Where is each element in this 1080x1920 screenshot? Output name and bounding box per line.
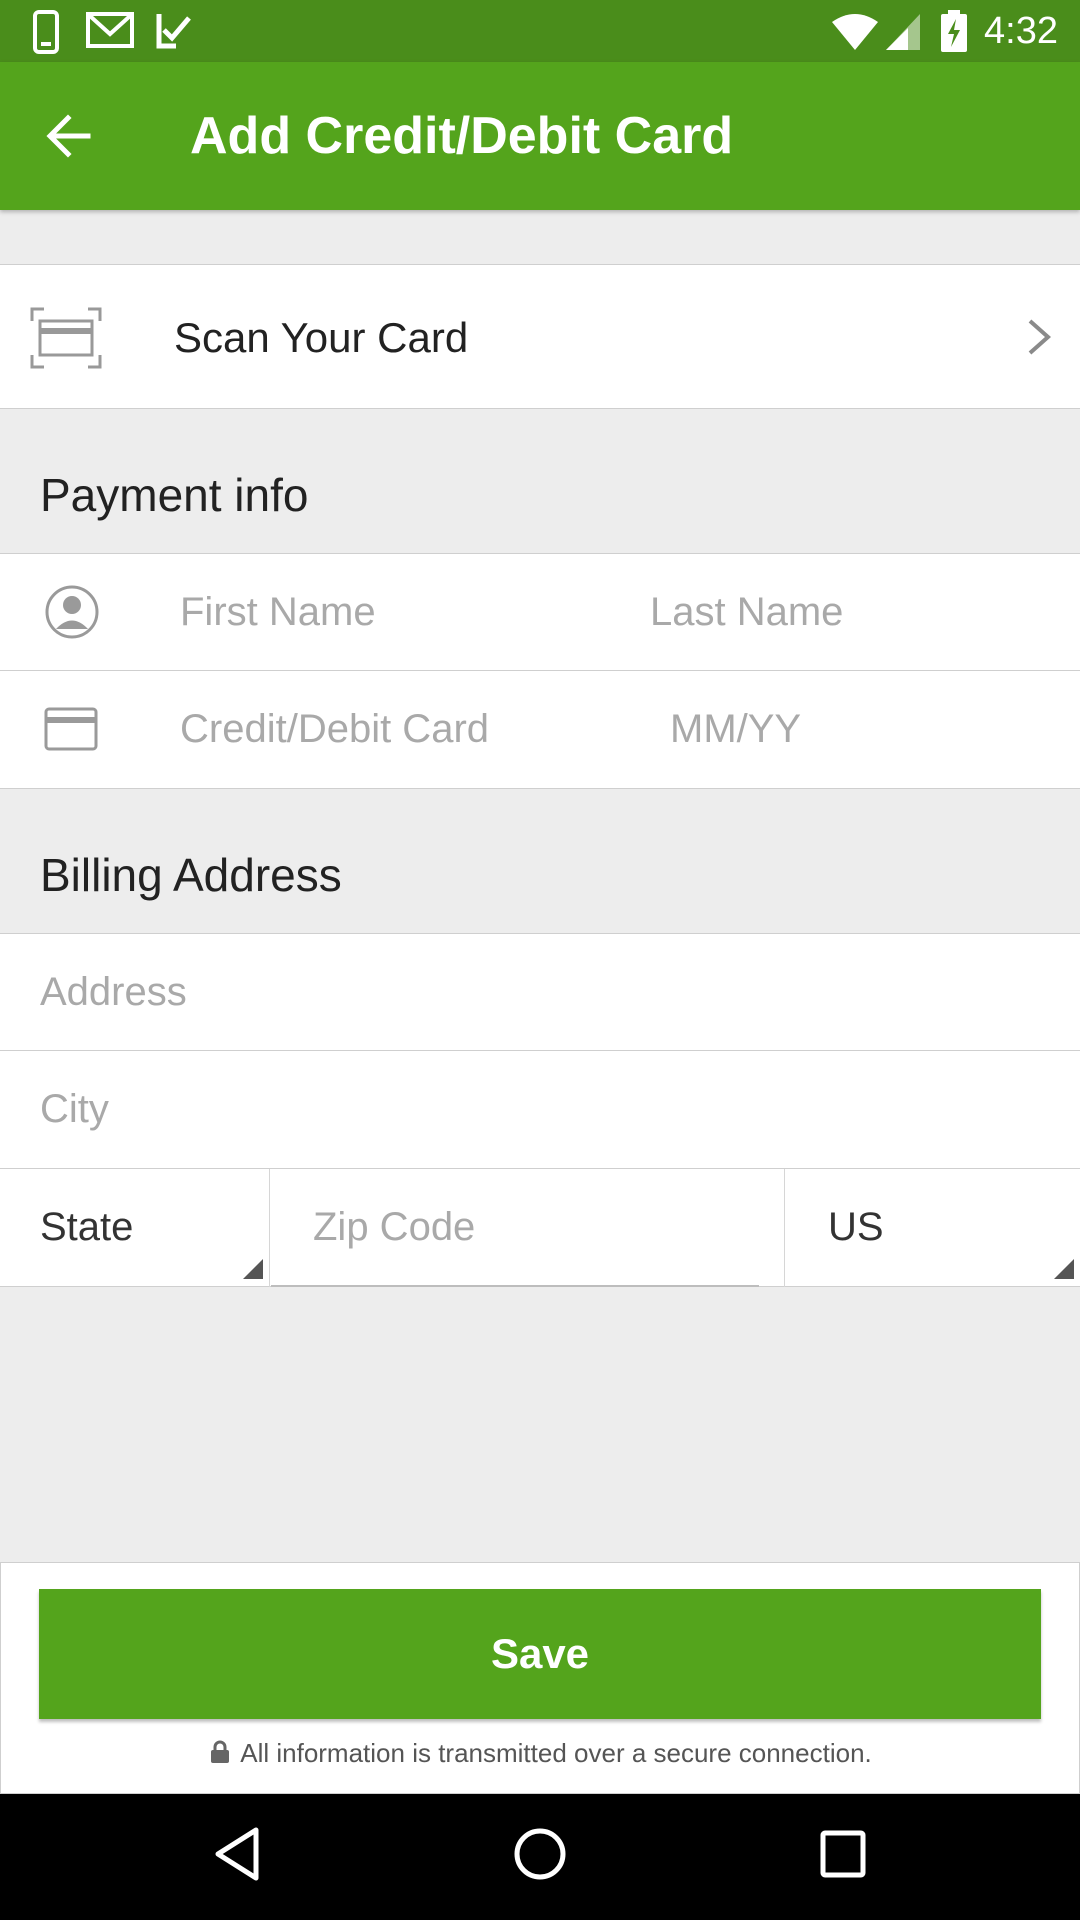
page-title: Add Credit/Debit Card <box>190 107 734 165</box>
scan-card-label: Scan Your Card <box>174 314 469 361</box>
address-input[interactable]: Address <box>40 968 187 1016</box>
zip-underline <box>271 1285 759 1287</box>
footer: Save All information is transmitted over… <box>0 1562 1080 1794</box>
zip-code-placeholder: Zip Code <box>313 1205 476 1249</box>
dropdown-arrow-icon <box>243 1259 263 1279</box>
zip-code-input[interactable]: Zip Code <box>271 1169 785 1287</box>
chevron-right-icon <box>1026 317 1052 362</box>
name-row: First Name Last Name <box>0 553 1080 671</box>
expiry-input[interactable]: MM/YY <box>670 705 801 753</box>
nav-home-icon[interactable] <box>512 1824 568 1889</box>
last-name-input[interactable]: Last Name <box>650 588 843 636</box>
signal-icon <box>884 12 922 57</box>
wifi-icon <box>830 12 880 57</box>
secure-note-text: All information is transmitted over a se… <box>240 1738 872 1768</box>
country-select[interactable]: US <box>786 1169 1080 1287</box>
payment-info-header: Payment info <box>40 469 309 521</box>
battery-charging-icon <box>940 10 968 59</box>
dropdown-arrow-icon <box>1054 1259 1074 1279</box>
app-bar: Add Credit/Debit Card <box>0 62 1080 210</box>
system-nav-bar <box>0 1794 1080 1920</box>
person-icon <box>44 584 100 645</box>
first-name-input[interactable]: First Name <box>180 588 376 636</box>
card-row: Credit/Debit Card MM/YY <box>0 671 1080 789</box>
arrow-back-icon <box>40 114 100 170</box>
state-zip-country-row: State Zip Code US <box>0 1169 1080 1287</box>
credit-card-icon <box>44 707 98 756</box>
nav-back-icon[interactable] <box>212 1824 262 1889</box>
card-number-input[interactable]: Credit/Debit Card <box>180 705 489 753</box>
status-time: 4:32 <box>984 10 1058 52</box>
scan-card-row[interactable]: Scan Your Card <box>0 264 1080 409</box>
state-select[interactable]: State <box>0 1169 270 1287</box>
phone-icon <box>32 10 60 59</box>
country-value: US <box>828 1205 884 1249</box>
back-button[interactable] <box>40 106 110 166</box>
address-row: Address <box>0 933 1080 1051</box>
secure-connection-note: All information is transmitted over a se… <box>1 1737 1080 1771</box>
city-row: City <box>0 1051 1080 1169</box>
status-bar: 4:32 <box>0 0 1080 62</box>
lock-icon <box>210 1739 230 1771</box>
gmail-icon <box>86 10 134 55</box>
save-button[interactable]: Save <box>39 1589 1041 1719</box>
tasks-check-icon <box>156 10 192 55</box>
nav-recents-icon[interactable] <box>818 1824 868 1889</box>
state-value: State <box>40 1205 134 1249</box>
card-scan-icon <box>30 307 102 374</box>
billing-address-header: Billing Address <box>40 849 342 901</box>
city-input[interactable]: City <box>40 1085 109 1133</box>
